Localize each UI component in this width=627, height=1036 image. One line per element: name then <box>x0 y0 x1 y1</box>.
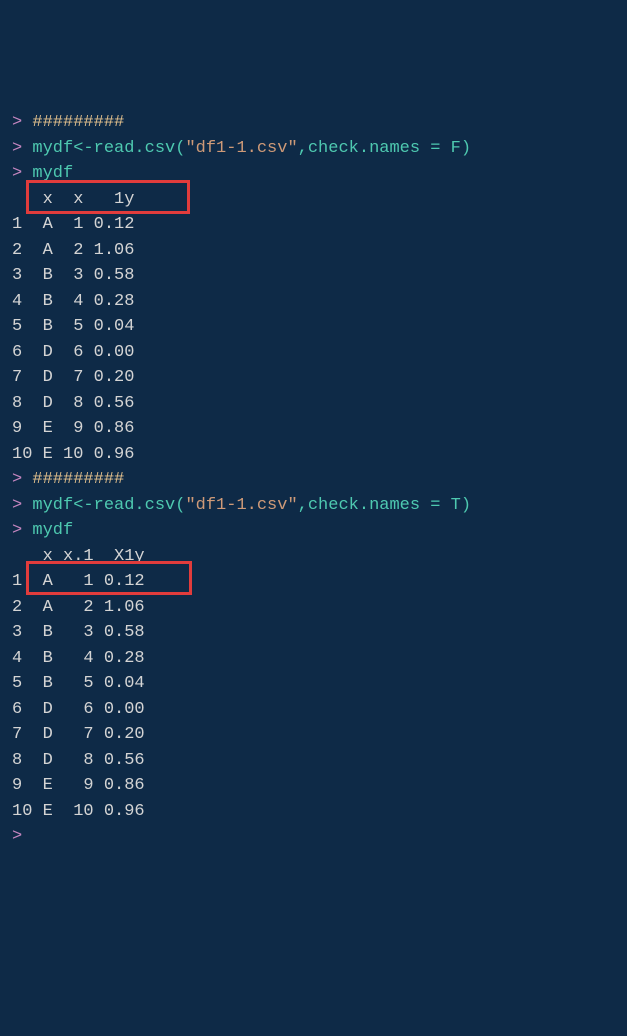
prompt-char: > <box>12 470 22 489</box>
table2-header: x x.1 X1y <box>12 547 145 566</box>
prompt-char: > <box>12 164 22 183</box>
prompt-char[interactable]: > <box>12 827 22 846</box>
table-row: 4 B 4 0.28 <box>12 649 145 668</box>
table-row: 1 A 1 0.12 <box>12 215 134 234</box>
string-arg: "df1-1.csv" <box>185 496 297 515</box>
table-row: 9 E 9 0.86 <box>12 419 134 438</box>
prompt-char: > <box>12 113 22 132</box>
prompt-char: > <box>12 521 22 540</box>
table1-header: x x 1y <box>12 190 134 209</box>
r-command-print-mydf: mydf <box>32 521 73 540</box>
table-row: 8 D 8 0.56 <box>12 394 134 413</box>
table-row: 1 A 1 0.12 <box>12 572 145 591</box>
table-row: 2 A 2 1.06 <box>12 598 145 617</box>
string-arg: "df1-1.csv" <box>185 139 297 158</box>
r-command-readcsv-F: mydf<-read.csv( <box>32 139 185 158</box>
table-row: 3 B 3 0.58 <box>12 266 134 285</box>
table-row: 6 D 6 0.00 <box>12 343 134 362</box>
table-row: 2 A 2 1.06 <box>12 241 134 260</box>
table-row: 10 E 10 0.96 <box>12 802 145 821</box>
table-row: 10 E 10 0.96 <box>12 445 134 464</box>
table-row: 5 B 5 0.04 <box>12 674 145 693</box>
table-row: 4 B 4 0.28 <box>12 292 134 311</box>
comment-hashes: ######### <box>32 470 124 489</box>
table-row: 3 B 3 0.58 <box>12 623 145 642</box>
prompt-char: > <box>12 139 22 158</box>
console-output: > ######### > mydf<-read.csv("df1-1.csv"… <box>12 110 615 901</box>
table-row: 8 D 8 0.56 <box>12 751 145 770</box>
r-command-readcsv-T: mydf<-read.csv( <box>32 496 185 515</box>
table-row: 7 D 7 0.20 <box>12 368 134 387</box>
table-row: 6 D 6 0.00 <box>12 700 145 719</box>
table-row: 7 D 7 0.20 <box>12 725 145 744</box>
table-row: 9 E 9 0.86 <box>12 776 145 795</box>
comment-hashes: ######### <box>32 113 124 132</box>
r-command-print-mydf: mydf <box>32 164 73 183</box>
prompt-char: > <box>12 496 22 515</box>
table-row: 5 B 5 0.04 <box>12 317 134 336</box>
